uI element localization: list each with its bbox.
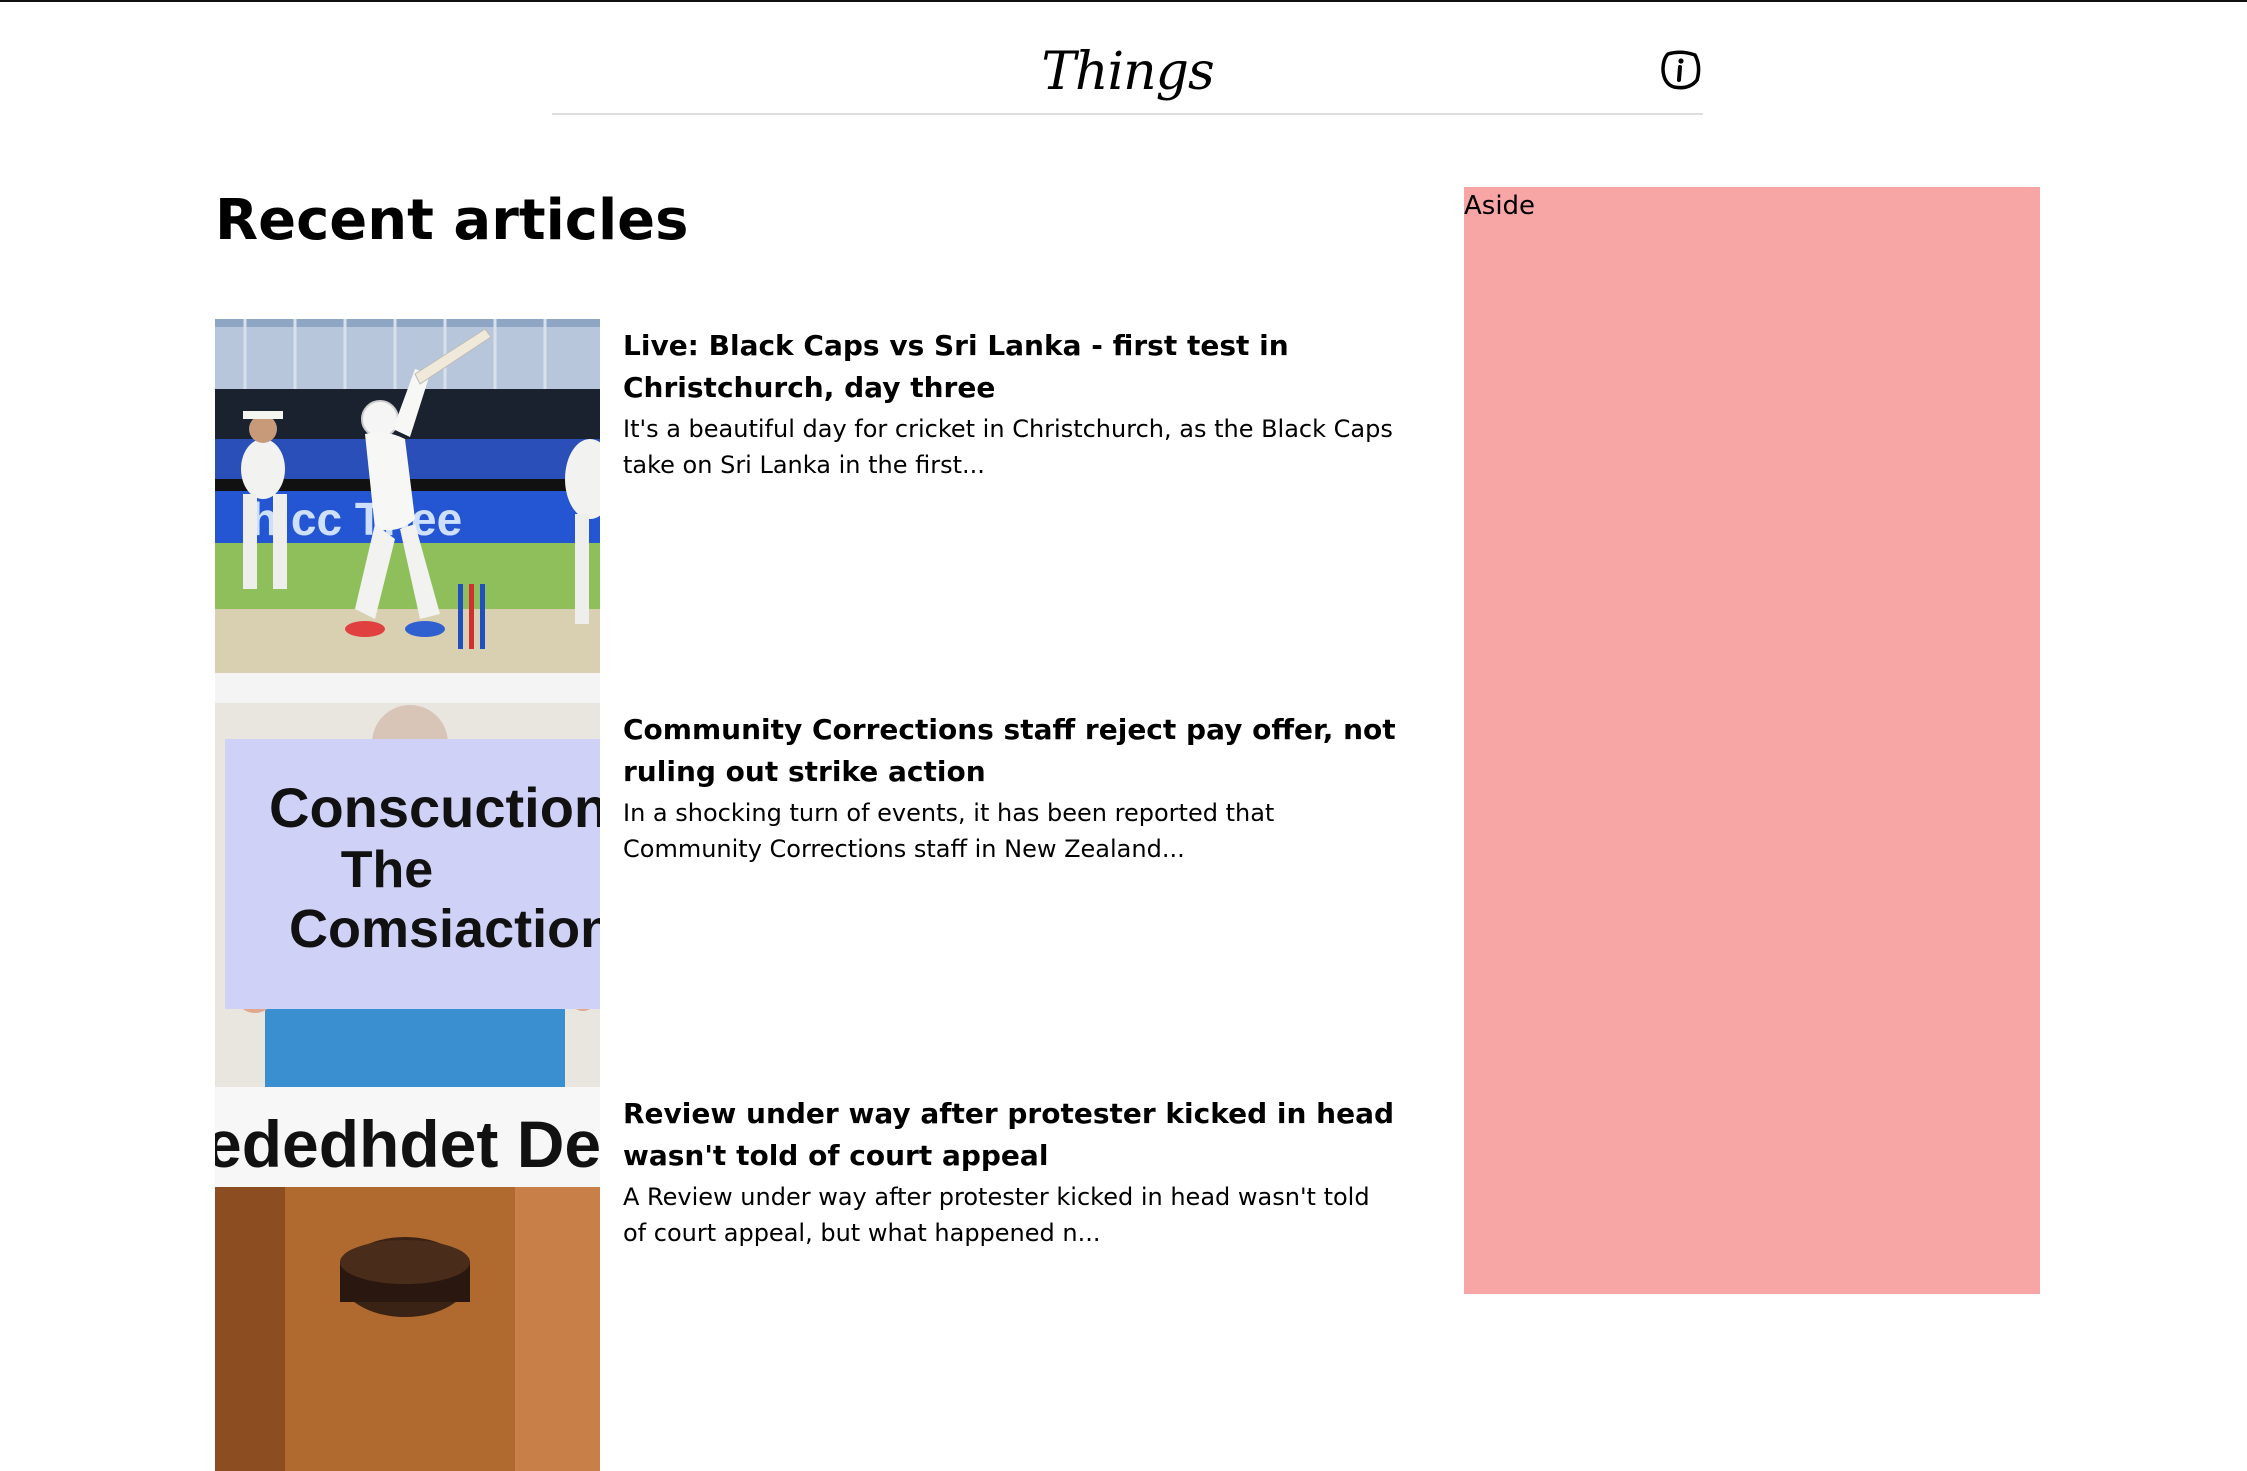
page-title: Recent articles (215, 188, 689, 253)
article-title[interactable]: Community Corrections staff reject pay o… (623, 709, 1398, 793)
sign-line-2: The (341, 841, 433, 899)
image-banner-text: ededhdet Decw (215, 1107, 600, 1181)
protest-sign-image[interactable]: Conscuction The Comsiaction (215, 703, 600, 1087)
article-list: h cc Thee Live: Black Caps vs Sri Lanka … (215, 319, 1398, 1471)
article-text: Community Corrections staff reject pay o… (623, 709, 1398, 867)
article-text: Live: Black Caps vs Sri Lanka - first te… (623, 325, 1398, 483)
cricket-batsman-image[interactable]: h cc Thee (215, 319, 600, 703)
article-title[interactable]: Review under way after protester kicked … (623, 1093, 1398, 1177)
article-text: Review under way after protester kicked … (623, 1093, 1398, 1251)
article-card[interactable]: h cc Thee Live: Black Caps vs Sri Lanka … (215, 319, 1395, 703)
sign-line-3: Comsiaction (289, 899, 600, 959)
aside-panel: Aside (1464, 187, 2040, 1294)
article-card[interactable]: Conscuction The Comsiaction Community Co… (215, 703, 1398, 1087)
aside-label: Aside (1464, 191, 1536, 221)
article-title[interactable]: Live: Black Caps vs Sri Lanka - first te… (623, 325, 1398, 409)
article-summary: A Review under way after protester kicke… (623, 1183, 1370, 1247)
gavel-image[interactable]: ededhdet Decw (215, 1087, 600, 1471)
site-logo[interactable]: Things (552, 42, 1703, 102)
article-card[interactable]: ededhdet Decw Review under way after pro… (215, 1087, 1395, 1471)
article-summary: In a shocking turn of events, it has bee… (623, 799, 1275, 863)
sign-line-1: Conscuction (269, 776, 600, 839)
article-summary: It's a beautiful day for cricket in Chri… (623, 415, 1393, 479)
info-icon[interactable] (1659, 48, 1703, 92)
site-header: Things (552, 2, 1703, 115)
